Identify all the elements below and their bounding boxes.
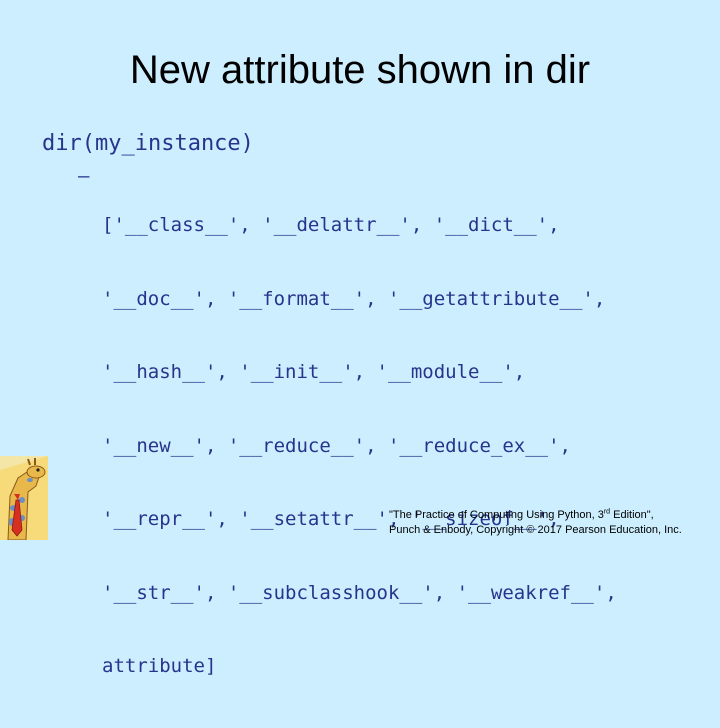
dir-output: ['__class__', '__delattr__', '__dict__',…: [102, 164, 617, 728]
dir-output-line: attribute]: [102, 655, 217, 677]
sub-bullet-marker: –: [78, 165, 90, 187]
dir-output-line: '__new__', '__reduce__', '__reduce_ex__'…: [102, 434, 571, 457]
dir-output-line: '__str__', '__subclasshook__', '__weakre…: [102, 581, 617, 604]
footer-line-1-end: Edition",: [610, 509, 654, 521]
giraffe-with-tie-icon: [0, 456, 48, 540]
bullet-code: dir(my_instance): [42, 131, 254, 156]
footer-line-2: Punch & Enbody, Copyright © 2017 Pearson…: [389, 524, 682, 536]
footer-line-1: "The Practice of Computing Using Python,…: [389, 508, 682, 523]
dir-output-line: '__hash__', '__init__', '__module__',: [102, 361, 526, 383]
dir-output-line: '__doc__', '__format__', '__getattribute…: [102, 287, 606, 310]
dir-output-line: ['__class__', '__delattr__', '__dict__',: [102, 214, 560, 236]
footer-line-1-start: "The Practice of Computing Using Python,…: [389, 509, 604, 521]
slide: New attribute shown in dir dir(my_instan…: [0, 0, 720, 677]
footer-citation: "The Practice of Computing Using Python,…: [389, 508, 682, 538]
slide-title: New attribute shown in dir: [129, 48, 591, 92]
